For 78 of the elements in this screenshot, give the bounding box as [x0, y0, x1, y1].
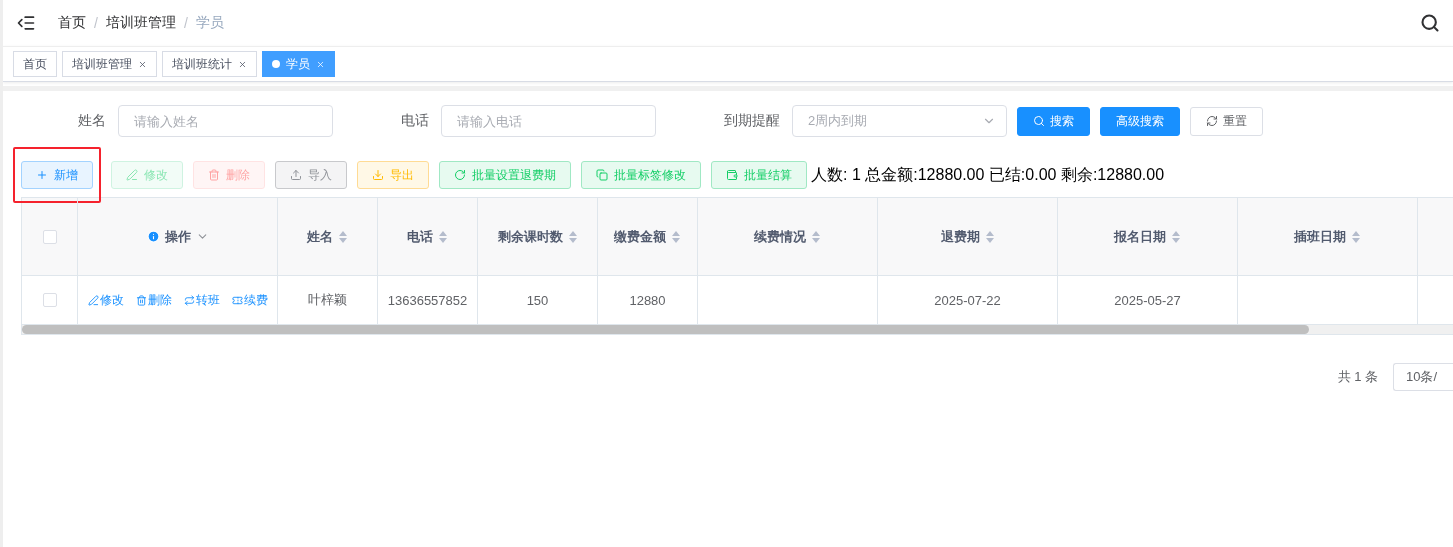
sort-icon[interactable] — [1171, 229, 1181, 244]
breadcrumb-item[interactable]: 首页 — [58, 14, 86, 32]
column-header: 缴费金额 — [614, 227, 666, 246]
scrollbar-thumb[interactable] — [22, 325, 1309, 334]
column-header: 操作 — [164, 227, 191, 246]
table-cell: 12880 — [629, 292, 666, 308]
trash-icon — [208, 169, 220, 181]
reset-button[interactable]: 重置 — [1190, 106, 1263, 136]
breadcrumb-item[interactable]: 培训班管理 — [105, 14, 176, 32]
summary-text: 人数: 1 总金额:12880.00 已结:0.00 剩余:12880.00 — [811, 164, 1165, 185]
trash-icon — [135, 294, 147, 306]
active-dot-icon — [272, 60, 280, 68]
toolbar-button[interactable]: 导入 — [275, 161, 347, 189]
row-action-link[interactable]: 修改 — [87, 291, 124, 309]
close-icon[interactable] — [138, 59, 147, 69]
breadcrumb-item[interactable]: 学员 — [195, 14, 224, 32]
field-label: 到期提醒 — [724, 112, 780, 130]
toolbar-button[interactable]: 新增 — [21, 161, 93, 189]
swap-icon — [183, 294, 195, 306]
sort-icon[interactable] — [984, 229, 995, 244]
column-header: 报名日期 — [1114, 227, 1166, 246]
column-header: 电话 — [407, 227, 433, 246]
search-icon — [1033, 115, 1045, 127]
pen-icon — [126, 169, 138, 181]
toolbar-button[interactable]: 批量标签修改 — [581, 161, 701, 189]
column-header: 插班日期 — [1294, 227, 1346, 246]
input-field[interactable]: 请输入姓名 — [118, 105, 333, 137]
toolbar-button[interactable]: 批量设置退费期 — [439, 161, 571, 189]
row-action-link[interactable]: 删除 — [135, 291, 172, 309]
table-cell: 2025-07-22 — [934, 292, 1001, 308]
field-label: 电话 — [401, 112, 429, 130]
refresh-icon — [1206, 115, 1218, 127]
table-cell: 2025-05-27 — [1114, 292, 1181, 308]
wallet-icon — [726, 169, 738, 181]
input-field[interactable]: 请输入电话 — [441, 105, 656, 137]
copy-icon — [596, 169, 608, 181]
upload-icon — [290, 169, 302, 181]
table-cell: 150 — [526, 292, 549, 308]
tab[interactable]: 培训班管理 — [62, 51, 157, 77]
ticket-icon — [231, 294, 243, 306]
advanced-search-button[interactable]: 高级搜索 — [1100, 106, 1180, 136]
tab[interactable]: 培训班统计 — [162, 51, 257, 77]
sort-icon[interactable] — [338, 229, 348, 244]
table-cell: 叶梓颖 — [308, 291, 347, 309]
close-icon[interactable] — [238, 59, 247, 69]
row-checkbox[interactable] — [42, 293, 57, 307]
sort-icon[interactable] — [567, 229, 578, 244]
sort-icon[interactable] — [671, 229, 681, 244]
sort-icon[interactable] — [438, 229, 448, 244]
toolbar-button[interactable]: 导出 — [357, 161, 429, 189]
breadcrumb-separator: / — [183, 15, 188, 31]
column-header: 退费期 — [940, 227, 980, 246]
tab[interactable]: 学员 — [262, 51, 335, 77]
download-icon — [372, 169, 384, 181]
total-count: 共 1 条 — [1337, 368, 1378, 386]
tab[interactable]: 首页 — [13, 51, 57, 77]
select-all-checkbox[interactable] — [42, 229, 57, 244]
refresh-icon — [454, 169, 466, 181]
info-icon[interactable] — [146, 230, 160, 243]
sort-icon[interactable] — [811, 229, 821, 244]
plus-icon — [36, 169, 48, 181]
sort-icon[interactable] — [1351, 229, 1361, 244]
row-action-link[interactable]: 转班 — [183, 291, 220, 309]
column-header: 剩余课时数 — [497, 227, 563, 246]
search-button[interactable]: 搜索 — [1017, 106, 1090, 136]
pen-icon — [87, 294, 99, 306]
table-cell: 13636557852 — [387, 292, 468, 308]
breadcrumb-separator: / — [94, 15, 98, 31]
column-header: 续费情况 — [754, 227, 806, 246]
close-icon[interactable] — [316, 59, 325, 69]
select-field[interactable]: 2周内到期 — [792, 105, 1007, 137]
search-icon[interactable] — [1420, 13, 1440, 33]
page-size-select[interactable]: 10条/ — [1393, 363, 1453, 391]
column-header: 姓名 — [307, 227, 333, 246]
row-action-link[interactable]: 续费 — [231, 291, 268, 309]
menu-icon[interactable] — [16, 13, 36, 33]
field-label: 姓名 — [78, 112, 106, 130]
toolbar-button[interactable]: 批量结算 — [711, 161, 807, 189]
